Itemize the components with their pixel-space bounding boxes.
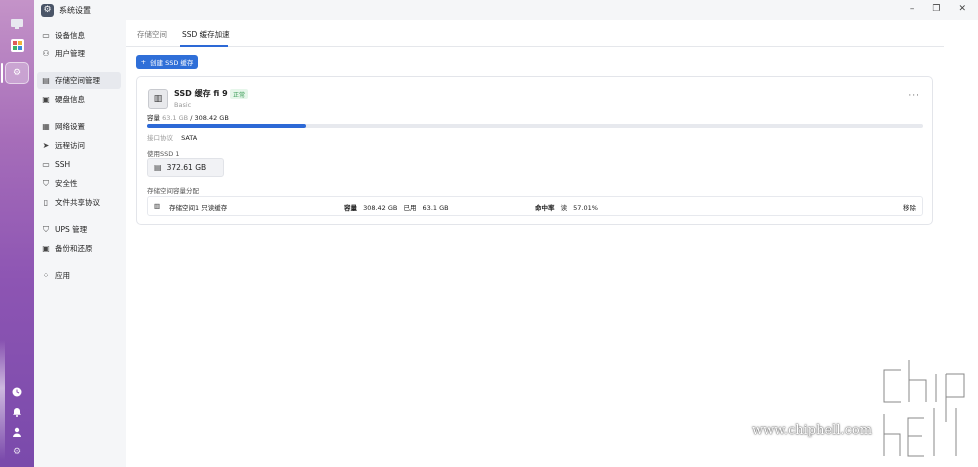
protocol-label: 接口协议 xyxy=(147,134,173,142)
alloc-capacity-label: 容量 xyxy=(344,204,357,212)
chiphell-logo xyxy=(881,357,967,459)
ssd-disk-icon: ▤ xyxy=(154,163,162,172)
desktop-icon[interactable] xyxy=(9,16,25,32)
bell-icon[interactable] xyxy=(9,404,25,420)
capacity-used: 63.1 GB xyxy=(162,114,189,122)
hit-rate-label: 命中率 xyxy=(535,204,555,212)
sidebar-item-users[interactable]: ⚇ 用户管理 xyxy=(37,45,121,62)
settings-app-icon: ⚙ xyxy=(41,3,54,17)
capacity-bar-fill xyxy=(147,124,306,128)
sidebar-item-label: 用户管理 xyxy=(55,49,85,58)
active-tab-underline xyxy=(180,45,228,47)
network-icon: ▦ xyxy=(42,122,50,131)
app-dock: ⚙ ⚙ xyxy=(0,0,34,467)
power-gear-icon[interactable]: ⚙ xyxy=(9,444,25,460)
ssd-disk-chip[interactable]: ▤ 372.61 GB xyxy=(147,158,224,177)
monitor-icon: ▭ xyxy=(42,31,50,40)
send-icon: ➤ xyxy=(42,141,50,150)
sidebar-item-label: 备份和还原 xyxy=(55,244,93,253)
apps-icon: ⁘ xyxy=(42,271,50,280)
allocation-label: 存储空间容量分配 xyxy=(147,187,199,195)
status-badge: 正常 xyxy=(230,89,249,99)
more-options-icon[interactable]: ··· xyxy=(908,91,920,101)
minimize-icon[interactable]: – xyxy=(910,4,915,14)
sidebar-item-disk-info[interactable]: ▣ 硬盘信息 xyxy=(37,91,121,108)
terminal-icon: ▭ xyxy=(42,160,50,169)
sidebar-item-label: 应用 xyxy=(55,271,70,280)
sidebar-item-security[interactable]: ⛉ 安全性 xyxy=(37,175,121,192)
dock-highlight xyxy=(0,340,5,460)
sidebar-item-label: 设备信息 xyxy=(55,31,85,40)
sidebar-item-label: 文件共享协议 xyxy=(55,198,100,207)
dock-active-indicator xyxy=(1,63,3,83)
sidebar-item-label: 远程访问 xyxy=(55,141,85,150)
capacity-total: 308.42 GB xyxy=(194,114,229,122)
sidebar-item-device-info[interactable]: ▭ 设备信息 xyxy=(37,27,121,44)
content-panel: 存储空间 SSD 缓存加速 + 创建 SSD 缓存 ▥ SSD 缓存 fi 9 … xyxy=(126,20,978,467)
tab-storage-space[interactable]: 存储空间 xyxy=(137,29,167,40)
sidebar-item-ssh[interactable]: ▭ SSH xyxy=(37,156,121,173)
settings-window: ⚙ 系统设置 – ❐ ✕ ▭ 设备信息 ⚇ 用户管理 ▤ 存储空间管理 ▣ 硬盘… xyxy=(34,0,978,467)
sidebar-item-file-sharing[interactable]: ▯ 文件共享协议 xyxy=(37,194,121,211)
file-icon: ▯ xyxy=(43,198,49,207)
app-center-icon[interactable] xyxy=(9,37,25,53)
hit-rate-value: 57.01% xyxy=(573,204,598,212)
volume-name: 存储空间1 只读缓存 xyxy=(169,204,228,212)
cache-type: Basic xyxy=(174,101,192,109)
sidebar-item-storage[interactable]: ▤ 存储空间管理 xyxy=(37,72,121,89)
ssd-cache-card: ▥ SSD 缓存 fi 9 正常 Basic ··· 容量 63.1 GB / … xyxy=(136,76,933,225)
capacity-separator: / xyxy=(190,114,193,122)
plus-icon: + xyxy=(140,58,147,66)
volume-icon: ▥ xyxy=(154,202,161,210)
sidebar-item-label: 存储空间管理 xyxy=(55,76,100,85)
ssd-size: 372.61 GB xyxy=(166,163,207,172)
tab-bar: 存储空间 SSD 缓存加速 xyxy=(126,20,944,47)
user-icon: ⚇ xyxy=(42,49,50,58)
shield-icon: ⛉ xyxy=(43,178,49,188)
hit-rate-mode: 读 xyxy=(560,204,568,212)
storage-icon: ▤ xyxy=(42,76,50,85)
clock-icon[interactable] xyxy=(9,384,25,400)
maximize-icon[interactable]: ❐ xyxy=(932,4,940,14)
disk-icon: ▣ xyxy=(42,95,50,104)
settings-gear-icon[interactable]: ⚙ xyxy=(9,65,25,81)
sidebar-item-network[interactable]: ▦ 网络设置 xyxy=(37,118,121,135)
window-title: 系统设置 xyxy=(59,5,91,15)
title-bar: ⚙ 系统设置 – ❐ ✕ xyxy=(34,0,978,20)
allocation-row: ▥ 存储空间1 只读缓存 容量 308.42 GB 已用 63.1 GB 命中率… xyxy=(147,196,923,216)
sidebar-item-label: SSH xyxy=(55,160,71,169)
capacity-bar xyxy=(147,124,923,128)
sidebar-item-label: UPS 管理 xyxy=(55,225,88,234)
alloc-used-label: 已用 xyxy=(403,204,417,212)
cache-name: SSD 缓存 fi 9 xyxy=(174,89,228,98)
sidebar-item-label: 网络设置 xyxy=(55,122,85,131)
close-icon[interactable]: ✕ xyxy=(958,4,966,14)
remove-button[interactable]: 移除 xyxy=(903,202,916,212)
sidebar-item-remote-access[interactable]: ➤ 远程访问 xyxy=(37,137,121,154)
sidebar-item-label: 硬盘信息 xyxy=(55,95,85,104)
protocol-value: SATA xyxy=(181,134,198,142)
create-button-label: 创建 SSD 缓存 xyxy=(150,59,194,67)
ssd-cache-icon: ▥ xyxy=(148,89,168,109)
sidebar-item-backup[interactable]: ▣ 备份和还原 xyxy=(37,240,121,257)
capacity-label: 容量 xyxy=(147,114,160,122)
user-icon[interactable] xyxy=(9,424,25,440)
protocol-row: 接口协议 SATA xyxy=(147,132,197,142)
watermark-text: www.chiphell.com xyxy=(752,423,873,438)
sidebar-item-apps[interactable]: ⁘ 应用 xyxy=(37,267,121,284)
alloc-used-value: 63.1 GB xyxy=(422,204,449,212)
sidebar-item-label: 安全性 xyxy=(55,179,78,188)
alloc-capacity-value: 308.42 GB xyxy=(363,204,398,212)
sidebar-item-ups[interactable]: ⛉ UPS 管理 xyxy=(37,221,121,238)
create-ssd-cache-button[interactable]: + 创建 SSD 缓存 xyxy=(136,55,198,69)
backup-icon: ▣ xyxy=(42,244,50,253)
capacity-row: 容量 63.1 GB / 308.42 GB xyxy=(147,112,229,122)
tab-ssd-cache[interactable]: SSD 缓存加速 xyxy=(182,29,230,40)
used-ssd-label: 使用SSD 1 xyxy=(147,150,180,158)
sidebar: ▭ 设备信息 ⚇ 用户管理 ▤ 存储空间管理 ▣ 硬盘信息 ▦ 网络设置 ➤ 远… xyxy=(34,20,126,467)
power-icon: ⛉ xyxy=(43,224,49,234)
